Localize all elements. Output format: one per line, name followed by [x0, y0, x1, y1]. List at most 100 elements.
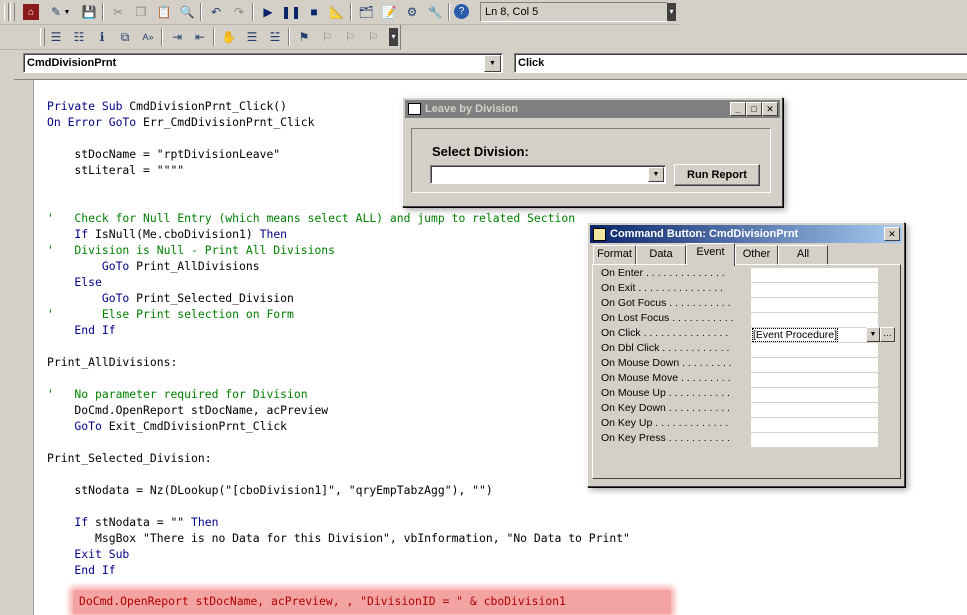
copy-icon[interactable]: ❐: [131, 2, 151, 22]
code-line[interactable]: Else: [47, 274, 630, 290]
property-value-field[interactable]: [751, 403, 878, 418]
code-line[interactable]: Exit Sub: [47, 546, 630, 562]
code-line[interactable]: stNodata = Nz(DLookup("[cboDivision1]", …: [47, 482, 630, 498]
help-icon[interactable]: ?: [454, 4, 469, 19]
toolbar-options-chevron[interactable]: ▾: [667, 3, 676, 21]
next-bookmark-icon[interactable]: ⚐: [317, 27, 337, 47]
outdent-icon[interactable]: ⇤: [190, 27, 210, 47]
code-line[interactable]: [47, 370, 630, 386]
project-explorer-icon[interactable]: 🗂: [356, 2, 376, 22]
toolbox-icon[interactable]: 🔧: [425, 2, 445, 22]
code-line[interactable]: ' Else Print selection on Form: [47, 306, 630, 322]
save-icon[interactable]: 💾: [79, 2, 99, 22]
property-value-field[interactable]: [751, 433, 878, 448]
code-line[interactable]: ' Check for Null Entry (which means sele…: [47, 210, 630, 226]
maximize-icon[interactable]: □: [746, 102, 762, 116]
code-line[interactable]: [47, 434, 630, 450]
code-line[interactable]: GoTo Print_AllDivisions: [47, 258, 630, 274]
reset-icon[interactable]: ■: [304, 2, 324, 22]
title-bar[interactable]: Command Button: CmdDivisionPrnt ✕: [590, 225, 902, 243]
code-token: If: [47, 227, 96, 241]
code-line[interactable]: Print_AllDivisions:: [47, 354, 630, 370]
object-browser-icon[interactable]: ⚙: [402, 2, 422, 22]
toolbar-grip[interactable]: [10, 3, 15, 21]
clear-bookmarks-icon[interactable]: ⚐: [363, 27, 383, 47]
property-label: On Got Focus . . . . . . . . . . .: [601, 297, 731, 309]
code-line[interactable]: ' No parameter required for Division: [47, 386, 630, 402]
list-properties-icon[interactable]: ☰: [46, 27, 66, 47]
access-view-icon[interactable]: ⌂: [23, 4, 39, 20]
code-line[interactable]: MsgBox "There is no Data for this Divisi…: [47, 530, 630, 546]
comment-block-icon[interactable]: ☰: [242, 27, 262, 47]
chevron-down-icon[interactable]: ▼: [648, 167, 664, 182]
undo-icon[interactable]: ↶: [206, 2, 226, 22]
property-value-field[interactable]: [751, 268, 878, 283]
tab-format[interactable]: Format: [593, 245, 636, 266]
previous-bookmark-icon[interactable]: ⚐: [340, 27, 360, 47]
find-icon[interactable]: 🔍: [177, 2, 197, 22]
code-line[interactable]: ' Division is Null - Print All Divisions: [47, 242, 630, 258]
paste-icon[interactable]: 📋: [154, 2, 174, 22]
code-line[interactable]: [47, 466, 630, 482]
procedure-combo[interactable]: Click: [514, 53, 967, 73]
builder-button[interactable]: …: [880, 327, 895, 342]
redo-icon[interactable]: ↷: [229, 2, 249, 22]
property-label: On Mouse Move . . . . . . . . .: [601, 372, 731, 384]
minimize-icon[interactable]: _: [730, 102, 746, 116]
close-icon[interactable]: ✕: [762, 102, 778, 116]
margin-indicator-bar[interactable]: [14, 80, 34, 615]
code-line[interactable]: DoCmd.OpenReport stDocName, acPreview: [47, 402, 630, 418]
code-line[interactable]: If IsNull(Me.cboDivision1) Then: [47, 226, 630, 242]
code-line[interactable]: [47, 498, 630, 514]
code-line[interactable]: If stNodata = "" Then: [47, 514, 630, 530]
parameter-info-icon[interactable]: ⧉: [115, 27, 135, 47]
properties-icon[interactable]: 📝: [379, 2, 399, 22]
list-constants-icon[interactable]: ☷: [69, 27, 89, 47]
complete-word-icon[interactable]: A»: [138, 27, 158, 47]
toolbar-grip[interactable]: [4, 3, 9, 21]
code-line[interactable]: GoTo Print_Selected_Division: [47, 290, 630, 306]
code-token: ' Check for Null Entry (which means sele…: [47, 211, 576, 225]
chevron-down-icon[interactable]: ▼: [866, 327, 880, 342]
cut-icon[interactable]: ✂: [108, 2, 128, 22]
run-report-button[interactable]: Run Report: [674, 164, 760, 186]
highlighted-code-line[interactable]: DoCmd.OpenReport stDocName, acPreview, ,…: [73, 590, 671, 614]
toolbar-grip[interactable]: [40, 28, 45, 46]
property-value-field[interactable]: [751, 343, 878, 358]
code-line[interactable]: End If: [47, 562, 630, 578]
property-value-field[interactable]: [751, 358, 878, 373]
property-label: On Key Up . . . . . . . . . . . . .: [601, 417, 729, 429]
insert-dropdown-icon[interactable]: ▼: [62, 2, 72, 22]
close-icon[interactable]: ✕: [884, 227, 900, 241]
code-line[interactable]: [47, 338, 630, 354]
indent-icon[interactable]: ⇥: [167, 27, 187, 47]
chevron-down-icon[interactable]: ▼: [484, 55, 501, 72]
design-mode-icon[interactable]: 📐: [327, 2, 347, 22]
form-icon: [408, 103, 421, 115]
run-icon[interactable]: ▶: [258, 2, 278, 22]
property-value-field[interactable]: [751, 388, 878, 403]
property-value-field[interactable]: [751, 373, 878, 388]
quick-info-icon[interactable]: ℹ: [92, 27, 112, 47]
division-combo[interactable]: ▼: [430, 165, 666, 184]
property-value-field[interactable]: [751, 298, 878, 313]
tab-data[interactable]: Data: [636, 245, 686, 266]
tab-other[interactable]: Other: [735, 245, 778, 266]
code-line[interactable]: Print_Selected_Division:: [47, 450, 630, 466]
property-value-field[interactable]: [751, 418, 878, 433]
property-value-field[interactable]: [Event Procedure]: [751, 328, 867, 343]
uncomment-block-icon[interactable]: ☱: [265, 27, 285, 47]
title-bar[interactable]: Leave by Division _ □ ✕: [405, 100, 780, 118]
toggle-bookmark-icon[interactable]: ⚑: [294, 27, 314, 47]
tab-all[interactable]: All: [778, 245, 828, 266]
break-icon[interactable]: ❚❚: [281, 2, 301, 22]
code-line[interactable]: GoTo Exit_CmdDivisionPrnt_Click: [47, 418, 630, 434]
property-value-field[interactable]: [751, 283, 878, 298]
property-value-field[interactable]: [751, 313, 878, 328]
toggle-breakpoint-icon[interactable]: ✋: [219, 27, 239, 47]
toolbar-options-chevron[interactable]: ▾: [389, 28, 398, 46]
object-combo[interactable]: CmdDivisionPrnt ▼: [23, 53, 503, 73]
code-line[interactable]: End If: [47, 322, 630, 338]
leave-by-division-window[interactable]: Leave by Division _ □ ✕ Select Division:…: [402, 97, 783, 207]
tab-event[interactable]: Event: [686, 243, 735, 266]
